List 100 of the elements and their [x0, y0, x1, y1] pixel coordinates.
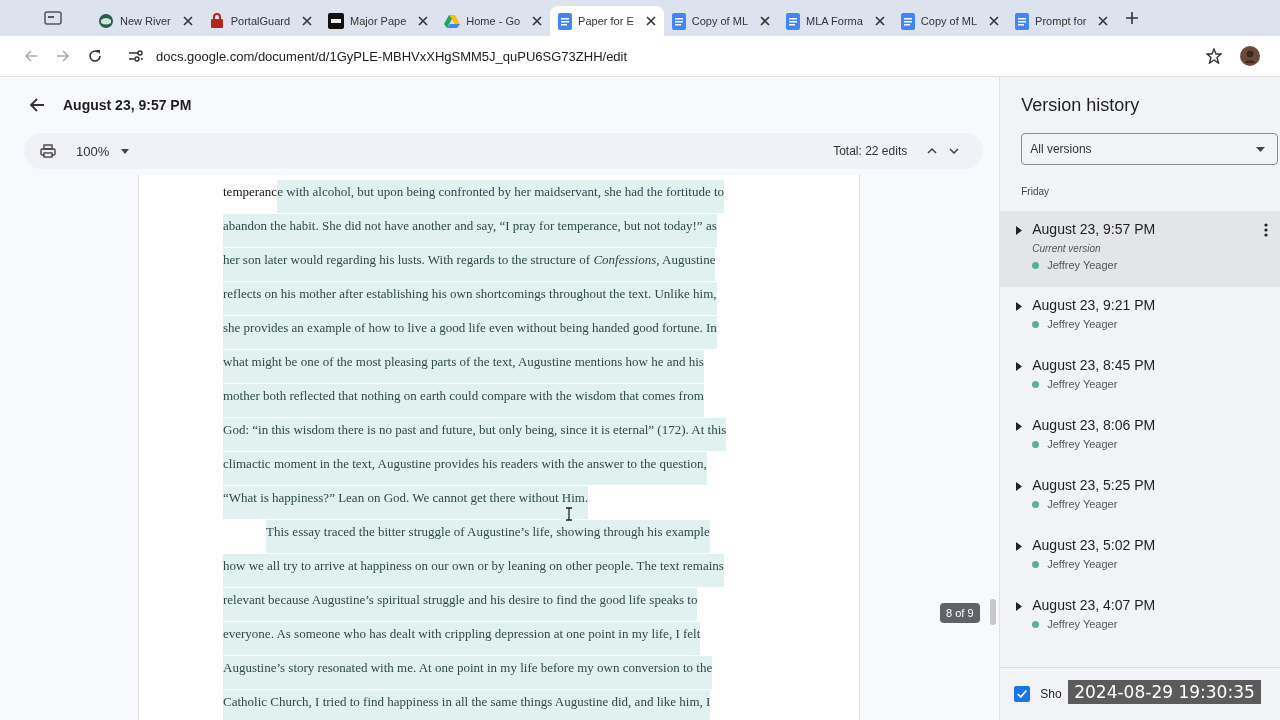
star-icon[interactable] — [1206, 48, 1222, 64]
print-icon[interactable] — [40, 144, 56, 158]
browser-tab[interactable]: Copy of ML — [892, 6, 1008, 36]
expand-icon[interactable] — [1016, 542, 1023, 551]
group-label: Friday — [1020, 185, 1050, 199]
tab-title: Home - Go — [466, 15, 521, 27]
expand-icon[interactable] — [1016, 422, 1023, 431]
back-icon[interactable] — [29, 97, 45, 113]
version-item[interactable]: August 23, 5:25 PM Jeffrey Yeager — [1000, 467, 1280, 527]
logo-icon — [328, 13, 345, 29]
document-text: climactic moment in the text, Augustine provides his readers with the answer to the question, — [223, 452, 707, 485]
checkbox-label: Sho — [1040, 687, 1062, 701]
close-icon[interactable] — [182, 16, 193, 26]
document-text: relevant because Augustine’s spiritual struggle and his desire to find the good life speaks to — [223, 588, 698, 621]
version-item[interactable]: August 23, 9:21 PM Jeffrey Yeager — [1000, 287, 1280, 347]
document-text: she provides an example of how to live a good life even without being handed good fortune. In — [223, 316, 717, 349]
lock-icon — [208, 13, 225, 29]
tab-search-icon[interactable] — [44, 11, 62, 25]
tab-title: Major Pape — [350, 15, 407, 27]
tab-title: Copy of ML — [920, 15, 978, 27]
close-icon[interactable] — [1098, 16, 1109, 26]
author-name: Jeffrey Yeager — [1047, 438, 1118, 450]
new-tab-icon[interactable] — [1126, 12, 1139, 24]
browser-tab[interactable]: New River — [90, 6, 201, 36]
document-text: e with alcohol, but upon being confronted by her maidservant, she had the fortitude to — [277, 180, 725, 213]
tab-title: MLA Forma — [806, 15, 863, 27]
document-text: “What is happiness?” Lean on God. We cannot get there without Him. — [223, 486, 589, 519]
address-field[interactable]: docs.google.com/document/d/1GyPLE-MBHVxXHgSMM5J_quPU6SG73ZHH/edit — [120, 42, 1188, 70]
close-icon[interactable] — [532, 16, 543, 26]
document-text: Catholic Church, I tried to find happiness in all the same things Augustine did, and like him, I — [223, 690, 711, 720]
page-count: 8 of 9 — [940, 603, 980, 623]
document-text: temperanc — [223, 183, 278, 201]
close-icon[interactable] — [418, 16, 429, 26]
browser-tab[interactable]: Paper for E — [550, 6, 664, 36]
caret-icon[interactable] — [121, 148, 130, 154]
version-item[interactable]: August 23, 8:06 PM Jeffrey Yeager — [1000, 407, 1280, 467]
browser-tab[interactable]: MLA Forma — [778, 6, 893, 36]
close-icon[interactable] — [989, 16, 1000, 26]
tab-title: PortalGuard — [230, 15, 291, 27]
expand-icon[interactable] — [1016, 302, 1023, 311]
timestamp-overlay: 2024-08-29 19:30:35 — [1068, 680, 1261, 704]
version-title: August 23, 9:57 PM — [63, 97, 192, 113]
chevron-down-icon[interactable] — [949, 148, 960, 154]
close-icon[interactable] — [645, 16, 656, 26]
document-text: Augustine’s story resonated with me. At one point in my life before my own conversion to the — [223, 656, 713, 689]
version-time: August 23, 9:21 PM — [1032, 297, 1157, 313]
document-text: abandon the habit. She did not have another and say, “I pray for temperance, but not today!” as — [223, 214, 717, 247]
versions-dropdown[interactable]: All versions — [1021, 133, 1278, 165]
document-icon — [558, 12, 573, 30]
document-icon — [786, 12, 800, 30]
edit-count: Total: 22 edits — [833, 144, 908, 158]
version-time: August 23, 5:02 PM — [1032, 537, 1157, 553]
document-text: how we all try to arrive at happiness on our own or by leaning on other people. The text remains — [223, 554, 724, 587]
zoom-dropdown[interactable]: 100% — [76, 143, 110, 159]
version-item[interactable]: August 23, 9:57 PM Current version Jeffrey Yeager — [1000, 211, 1280, 287]
panel-title: Version history — [1020, 94, 1141, 117]
browser-tab[interactable]: PortalGuard — [200, 6, 321, 36]
document-icon — [671, 12, 686, 30]
version-note: Current version — [1032, 243, 1102, 254]
expand-icon[interactable] — [1016, 602, 1023, 611]
author-name: Jeffrey Yeager — [1047, 498, 1118, 510]
close-icon[interactable] — [302, 16, 313, 26]
version-time: August 23, 5:25 PM — [1032, 477, 1157, 493]
text-cursor-icon — [565, 507, 573, 521]
reload-icon[interactable] — [88, 49, 102, 63]
tab-title: New River — [120, 15, 171, 27]
close-icon[interactable] — [874, 16, 885, 26]
author-name: Jeffrey Yeager — [1047, 618, 1118, 630]
browser-tab[interactable]: Home - Go — [436, 6, 551, 36]
tab-title: Copy of ML — [691, 15, 748, 27]
document-icon — [1015, 12, 1030, 30]
version-item[interactable]: August 23, 4:07 PM Jeffrey Yeager — [1000, 587, 1280, 647]
version-item[interactable]: August 23, 8:45 PM Jeffrey Yeager — [1000, 347, 1280, 407]
globe-icon — [98, 13, 114, 29]
close-icon[interactable] — [760, 16, 770, 26]
chevron-up-icon[interactable] — [927, 148, 938, 154]
version-time: August 23, 4:07 PM — [1032, 597, 1157, 613]
show-changes-checkbox[interactable] — [1014, 686, 1031, 702]
expand-icon[interactable] — [1016, 482, 1023, 491]
author-name: Jeffrey Yeager — [1047, 378, 1118, 390]
browser-tab[interactable]: Prompt for — [1007, 6, 1117, 36]
browser-tab[interactable]: Copy of ML — [663, 6, 778, 36]
expand-icon[interactable] — [1016, 362, 1023, 371]
avatar-icon[interactable] — [1240, 46, 1260, 66]
more-icon[interactable] — [1264, 223, 1268, 237]
caret-icon — [1256, 146, 1265, 152]
document-text: God: “in this wisdom there is no past and future, but only being, since it is eternal” (172). At this — [223, 418, 727, 451]
document-text: This essay traced the bitter struggle of Augustine’s life, showing through his example — [266, 520, 710, 553]
expand-icon[interactable] — [1016, 226, 1023, 235]
version-time: August 23, 9:57 PM — [1032, 221, 1157, 237]
document-text: everyone. As someone who has dealt with crippling depression at one point in my life, I felt — [223, 622, 701, 655]
browser-tab[interactable]: Major Pape — [320, 6, 437, 36]
version-item[interactable]: August 23, 5:02 PM Jeffrey Yeager — [1000, 527, 1280, 587]
site-settings-icon[interactable] — [128, 49, 144, 63]
document-text: reflects on his mother after establishing his own shortcomings throughout the text. Unlike him, — [223, 282, 717, 315]
scrollbar[interactable] — [990, 599, 996, 625]
triangle-icon — [444, 13, 461, 29]
document-text: mother both reflected that nothing on earth could compare with the wisdom that comes from — [223, 384, 704, 417]
author-name: Jeffrey Yeager — [1047, 259, 1118, 271]
url-text: docs.google.com/document/d/1GyPLE-MBHVxXHgSMM5J_quPU6SG73ZHH/edit — [156, 48, 628, 64]
